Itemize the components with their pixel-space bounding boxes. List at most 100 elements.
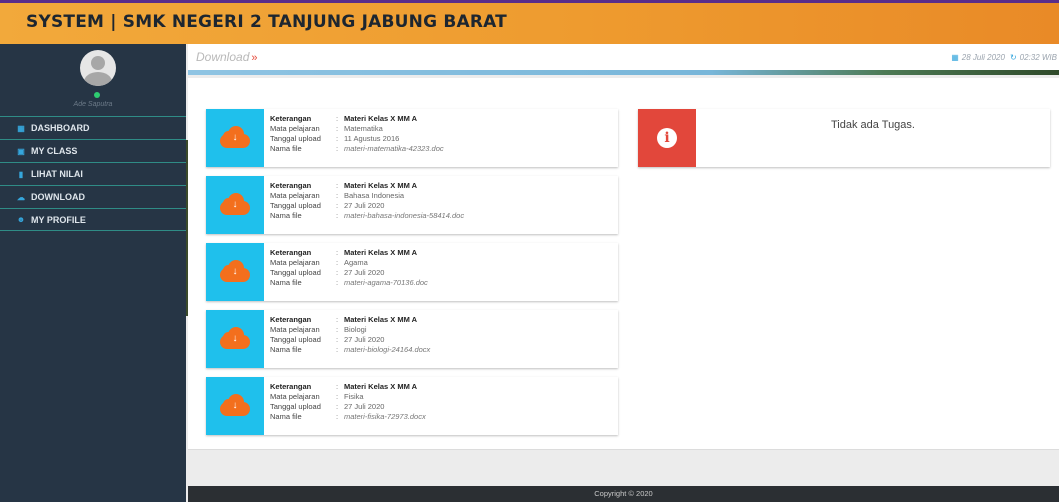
cloud-download-icon: ↓: [220, 394, 250, 416]
mapel-label: Mata pelajaran: [270, 191, 320, 200]
tugas-alert: i Tidak ada Tugas.: [638, 109, 1050, 167]
tanggal-label: Tanggal upload: [270, 201, 321, 210]
avatar-head: [91, 56, 105, 70]
download-icon-box[interactable]: ↓: [206, 377, 264, 435]
tanggal-label: Tanggal upload: [270, 335, 321, 344]
separator: :: [336, 278, 339, 287]
separator: :: [336, 144, 339, 153]
file-label: Nama file: [270, 345, 302, 354]
mapel-value: Biologi: [344, 325, 367, 334]
tanggal-value: 11 Agustus 2016: [344, 134, 400, 143]
material-card[interactable]: ↓ Keterangan: Materi Kelas X MM A Mata pe…: [206, 176, 618, 234]
sidebar-item-download[interactable]: ☁ DOWNLOAD: [0, 185, 186, 208]
current-time: 02:32 WIB: [1019, 53, 1057, 62]
material-card[interactable]: ↓ Keterangan: Materi Kelas X MM A Mata pe…: [206, 377, 618, 435]
mapel-value: Matematika: [344, 124, 383, 133]
separator: :: [336, 181, 339, 190]
sidebar-item-label: DASHBOARD: [31, 123, 90, 133]
calendar-icon: ▦: [951, 53, 959, 62]
breadcrumb-current: Download»: [196, 50, 258, 64]
breadcrumb-separator: »: [251, 52, 258, 64]
separator: :: [336, 134, 339, 143]
separator: :: [336, 248, 339, 257]
keterangan-value: Materi Kelas X MM A: [344, 315, 418, 324]
keterangan-label: Keterangan: [270, 382, 312, 391]
separator: :: [336, 114, 339, 123]
file-value: materi-fisika-72973.docx: [344, 412, 426, 421]
book-icon: ▮: [18, 169, 24, 179]
separator: :: [336, 345, 339, 354]
sidebar-item-my-profile[interactable]: ☻ MY PROFILE: [0, 208, 186, 231]
separator: :: [336, 191, 339, 200]
top-header: SYSTEM | SMK NEGERI 2 TANJUNG JABUNG BAR…: [0, 0, 1059, 44]
online-status-dot: [94, 92, 100, 98]
separator: :: [336, 211, 339, 220]
separator: :: [336, 412, 339, 421]
keterangan-value: Materi Kelas X MM A: [344, 382, 418, 391]
banner-strip: [188, 70, 1059, 75]
breadcrumb: Download» ▦ 28 Juli 2020 ↻ 02:32 WIB: [188, 44, 1059, 70]
material-info: Keterangan: Materi Kelas X MM A Mata pela…: [264, 377, 426, 435]
dashboard-icon: ▦: [17, 123, 25, 133]
cloud-download-icon: ☁: [17, 192, 25, 202]
sidebar-item-dashboard[interactable]: ▦ DASHBOARD: [0, 116, 186, 139]
separator: :: [336, 315, 339, 324]
file-label: Nama file: [270, 144, 302, 153]
material-card[interactable]: ↓ Keterangan: Materi Kelas X MM A Mata pe…: [206, 310, 618, 368]
material-info: Keterangan: Materi Kelas X MM A Mata pela…: [264, 176, 464, 234]
mapel-value: Bahasa Indonesia: [344, 191, 405, 200]
material-card[interactable]: ↓ Keterangan: Materi Kelas X MM A Mata pe…: [206, 243, 618, 301]
mapel-label: Mata pelajaran: [270, 392, 320, 401]
tanggal-value: 27 Juli 2020: [344, 268, 385, 277]
material-card[interactable]: ↓ Keterangan: Materi Kelas X MM A Mata pe…: [206, 109, 618, 167]
institution-icon: ▣: [17, 146, 25, 156]
content-top-spacer: [188, 78, 1059, 95]
separator: :: [336, 335, 339, 344]
sidebar-item-label: LIHAT NILAI: [31, 169, 83, 179]
avatar-shoulders: [84, 72, 112, 86]
sidebar-item-lihat-nilai[interactable]: ▮ LIHAT NILAI: [0, 162, 186, 185]
tanggal-value: 27 Juli 2020: [344, 201, 385, 210]
file-label: Nama file: [270, 412, 302, 421]
sidebar-item-label: MY CLASS: [31, 146, 78, 156]
users-icon: ☻: [16, 215, 26, 224]
mapel-label: Mata pelajaran: [270, 258, 320, 267]
material-info: Keterangan: Materi Kelas X MM A Mata pela…: [264, 310, 430, 368]
mapel-value: Agama: [344, 258, 368, 267]
material-info: Keterangan: Materi Kelas X MM A Mata pela…: [264, 109, 444, 167]
sidebar-item-my-class[interactable]: ▣ MY CLASS: [0, 139, 186, 162]
app-title: SYSTEM | SMK NEGERI 2 TANJUNG JABUNG BAR…: [26, 12, 507, 32]
file-label: Nama file: [270, 278, 302, 287]
keterangan-label: Keterangan: [270, 248, 312, 257]
download-icon-box[interactable]: ↓: [206, 243, 264, 301]
download-icon-box[interactable]: ↓: [206, 109, 264, 167]
keterangan-label: Keterangan: [270, 181, 312, 190]
date-time: ▦ 28 Juli 2020 ↻ 02:32 WIB: [951, 53, 1057, 62]
alert-icon-box: i: [638, 109, 696, 167]
separator: :: [336, 201, 339, 210]
clock-icon: ↻: [1009, 53, 1017, 62]
file-value: materi-bahasa-indonesia-58414.doc: [344, 211, 465, 220]
download-content: ↓ Keterangan: Materi Kelas X MM A Mata pe…: [188, 95, 1059, 450]
tanggal-value: 27 Juli 2020: [344, 402, 385, 411]
file-value: materi-biologi-24164.docx: [344, 345, 431, 354]
tanggal-label: Tanggal upload: [270, 268, 321, 277]
keterangan-value: Materi Kelas X MM A: [344, 114, 418, 123]
mapel-value: Fisika: [344, 392, 364, 401]
separator: :: [336, 392, 339, 401]
material-info: Keterangan: Materi Kelas X MM A Mata pela…: [264, 243, 428, 301]
current-date: 28 Juli 2020: [961, 53, 1005, 62]
mapel-label: Mata pelajaran: [270, 124, 320, 133]
avatar[interactable]: [80, 50, 116, 86]
download-icon-box[interactable]: ↓: [206, 310, 264, 368]
tanggal-label: Tanggal upload: [270, 134, 321, 143]
cloud-download-icon: ↓: [220, 126, 250, 148]
keterangan-value: Materi Kelas X MM A: [344, 181, 418, 190]
tanggal-value: 27 Juli 2020: [344, 335, 385, 344]
file-label: Nama file: [270, 211, 302, 220]
download-icon-box[interactable]: ↓: [206, 176, 264, 234]
sidebar: Ade Saputra ▦ DASHBOARD ▣ MY CLASS ▮ LIH…: [0, 44, 186, 502]
separator: :: [336, 124, 339, 133]
mapel-label: Mata pelajaran: [270, 325, 320, 334]
separator: :: [336, 402, 339, 411]
